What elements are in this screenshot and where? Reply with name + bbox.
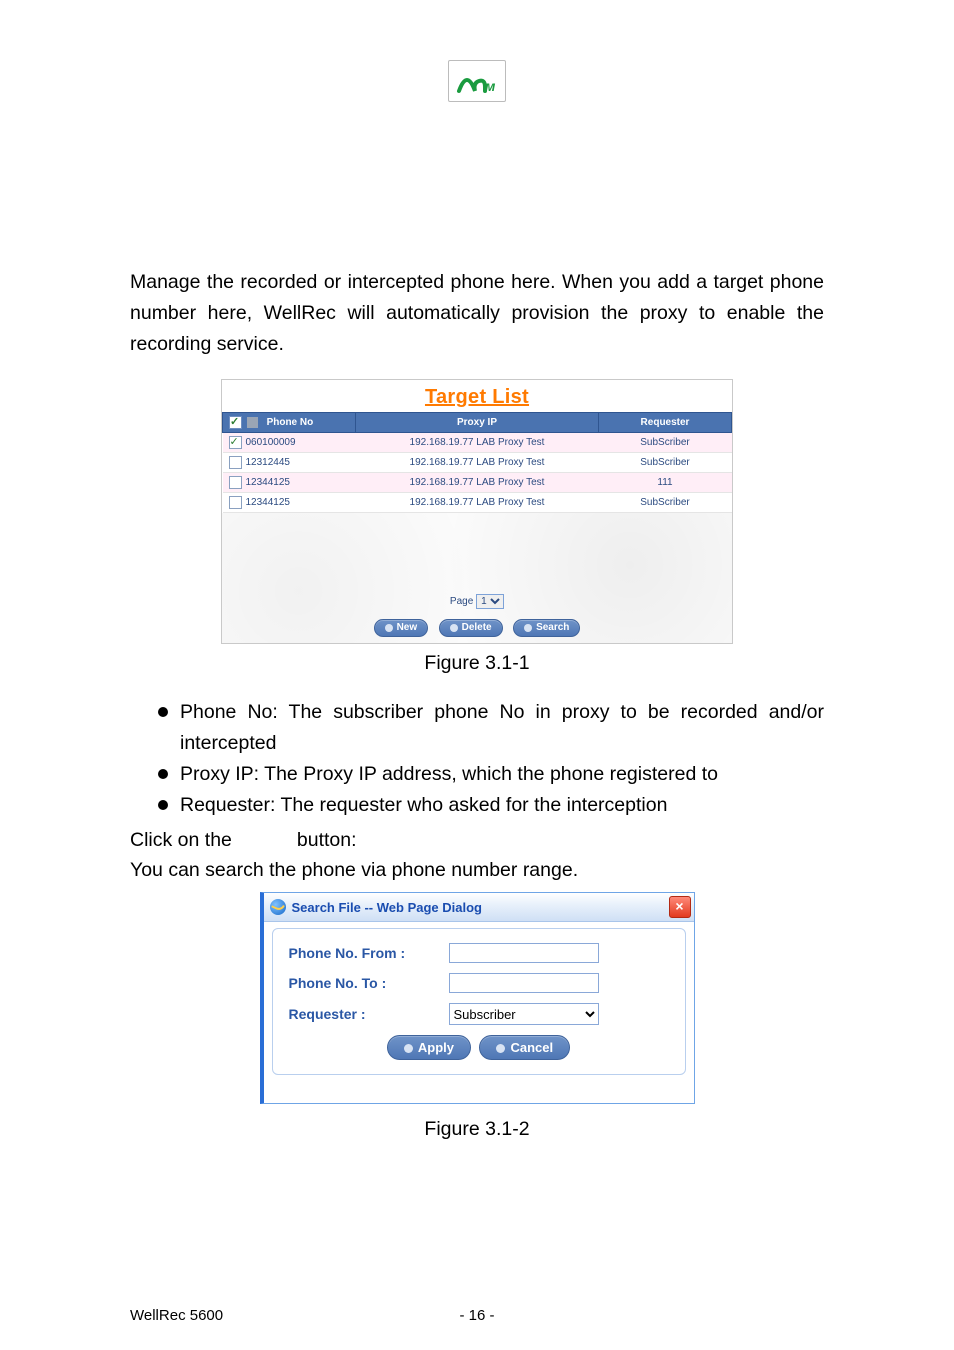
pager-select[interactable]: 1 bbox=[476, 594, 504, 609]
cell-phone: 12344125 bbox=[246, 478, 291, 489]
search-dialog: Search File -- Web Page Dialog × Phone N… bbox=[260, 892, 695, 1104]
cell-requester: SubScriber bbox=[599, 433, 732, 453]
cell-proxy: 192.168.19.77 LAB Proxy Test bbox=[356, 493, 599, 513]
target-list-screenshot: Target List Phone No Proxy IP Requester … bbox=[221, 379, 733, 644]
table-row[interactable]: 12344125 192.168.19.77 LAB Proxy Test Su… bbox=[223, 493, 732, 513]
cancel-button[interactable]: Cancel bbox=[479, 1035, 570, 1060]
figure-3-1-2-caption: Figure 3.1-2 bbox=[130, 1118, 824, 1141]
cell-phone: 12344125 bbox=[246, 498, 291, 509]
cell-proxy: 192.168.19.77 LAB Proxy Test bbox=[356, 433, 599, 453]
delete-button[interactable]: Delete bbox=[439, 619, 503, 637]
input-phone-from[interactable] bbox=[449, 943, 599, 963]
label-phone-to: Phone No. To : bbox=[289, 975, 449, 991]
cell-phone: 060100009 bbox=[246, 438, 296, 449]
gear-icon bbox=[385, 624, 393, 632]
brand-logo: ᴍ bbox=[448, 60, 506, 102]
ie-icon bbox=[270, 899, 286, 915]
cell-phone: 12312445 bbox=[246, 458, 291, 469]
cell-proxy: 192.168.19.77 LAB Proxy Test bbox=[356, 473, 599, 493]
apply-button[interactable]: Apply bbox=[387, 1035, 471, 1060]
click-on-line: Click on the button: bbox=[130, 825, 824, 856]
row-checkbox[interactable] bbox=[229, 476, 242, 489]
table-row[interactable]: 12312445 192.168.19.77 LAB Proxy Test Su… bbox=[223, 453, 732, 473]
field-description-list: Phone No: The subscriber phone No in pro… bbox=[130, 697, 824, 820]
search-button[interactable]: Search bbox=[513, 619, 580, 637]
pager: Page 1 bbox=[222, 594, 732, 609]
col-proxy-ip: Proxy IP bbox=[356, 413, 599, 433]
table-row[interactable]: 12344125 192.168.19.77 LAB Proxy Test 11… bbox=[223, 473, 732, 493]
target-list-title: Target List bbox=[425, 386, 529, 408]
cell-requester: SubScriber bbox=[599, 493, 732, 513]
bullet-requester: Requester: The requester who asked for t… bbox=[158, 790, 824, 821]
gear-icon bbox=[524, 624, 532, 632]
col-requester: Requester bbox=[599, 413, 732, 433]
svg-text:ᴍ: ᴍ bbox=[485, 78, 496, 94]
row-checkbox[interactable] bbox=[229, 436, 242, 449]
page-footer: WellRec 5600 - 16 - bbox=[130, 1307, 824, 1324]
row-checkbox[interactable] bbox=[229, 496, 242, 509]
cell-requester: 111 bbox=[599, 473, 732, 493]
search-instruction: You can search the phone via phone numbe… bbox=[130, 855, 824, 886]
delete-header-icon[interactable] bbox=[247, 417, 258, 428]
table-row[interactable]: 060100009 192.168.19.77 LAB Proxy Test S… bbox=[223, 433, 732, 453]
gear-icon bbox=[496, 1044, 505, 1053]
cell-proxy: 192.168.19.77 LAB Proxy Test bbox=[356, 453, 599, 473]
select-requester[interactable]: Subscriber bbox=[449, 1003, 599, 1025]
select-all-checkbox[interactable] bbox=[229, 416, 242, 429]
gear-icon bbox=[450, 624, 458, 632]
cell-requester: SubScriber bbox=[599, 453, 732, 473]
dialog-titlebar: Search File -- Web Page Dialog × bbox=[264, 893, 694, 922]
new-button[interactable]: New bbox=[374, 619, 429, 637]
logo-container: ᴍ bbox=[130, 60, 824, 107]
target-list-table: Phone No Proxy IP Requester 060100009 19… bbox=[222, 412, 732, 513]
gear-icon bbox=[404, 1044, 413, 1053]
footer-product: WellRec 5600 bbox=[130, 1307, 223, 1324]
pager-label: Page bbox=[450, 596, 473, 607]
close-button[interactable]: × bbox=[669, 896, 691, 918]
label-phone-from: Phone No. From : bbox=[289, 945, 449, 961]
intro-paragraph: Manage the recorded or intercepted phone… bbox=[130, 267, 824, 359]
col-phone-no: Phone No bbox=[267, 418, 314, 429]
bullet-proxy-ip: Proxy IP: The Proxy IP address, which th… bbox=[158, 759, 824, 790]
figure-3-1-1-caption: Figure 3.1-1 bbox=[130, 652, 824, 675]
footer-page-number: - 16 - bbox=[459, 1307, 494, 1324]
row-checkbox[interactable] bbox=[229, 456, 242, 469]
dialog-title: Search File -- Web Page Dialog bbox=[292, 900, 482, 915]
bullet-phone-no: Phone No: The subscriber phone No in pro… bbox=[158, 697, 824, 759]
input-phone-to[interactable] bbox=[449, 973, 599, 993]
label-requester: Requester : bbox=[289, 1006, 449, 1022]
